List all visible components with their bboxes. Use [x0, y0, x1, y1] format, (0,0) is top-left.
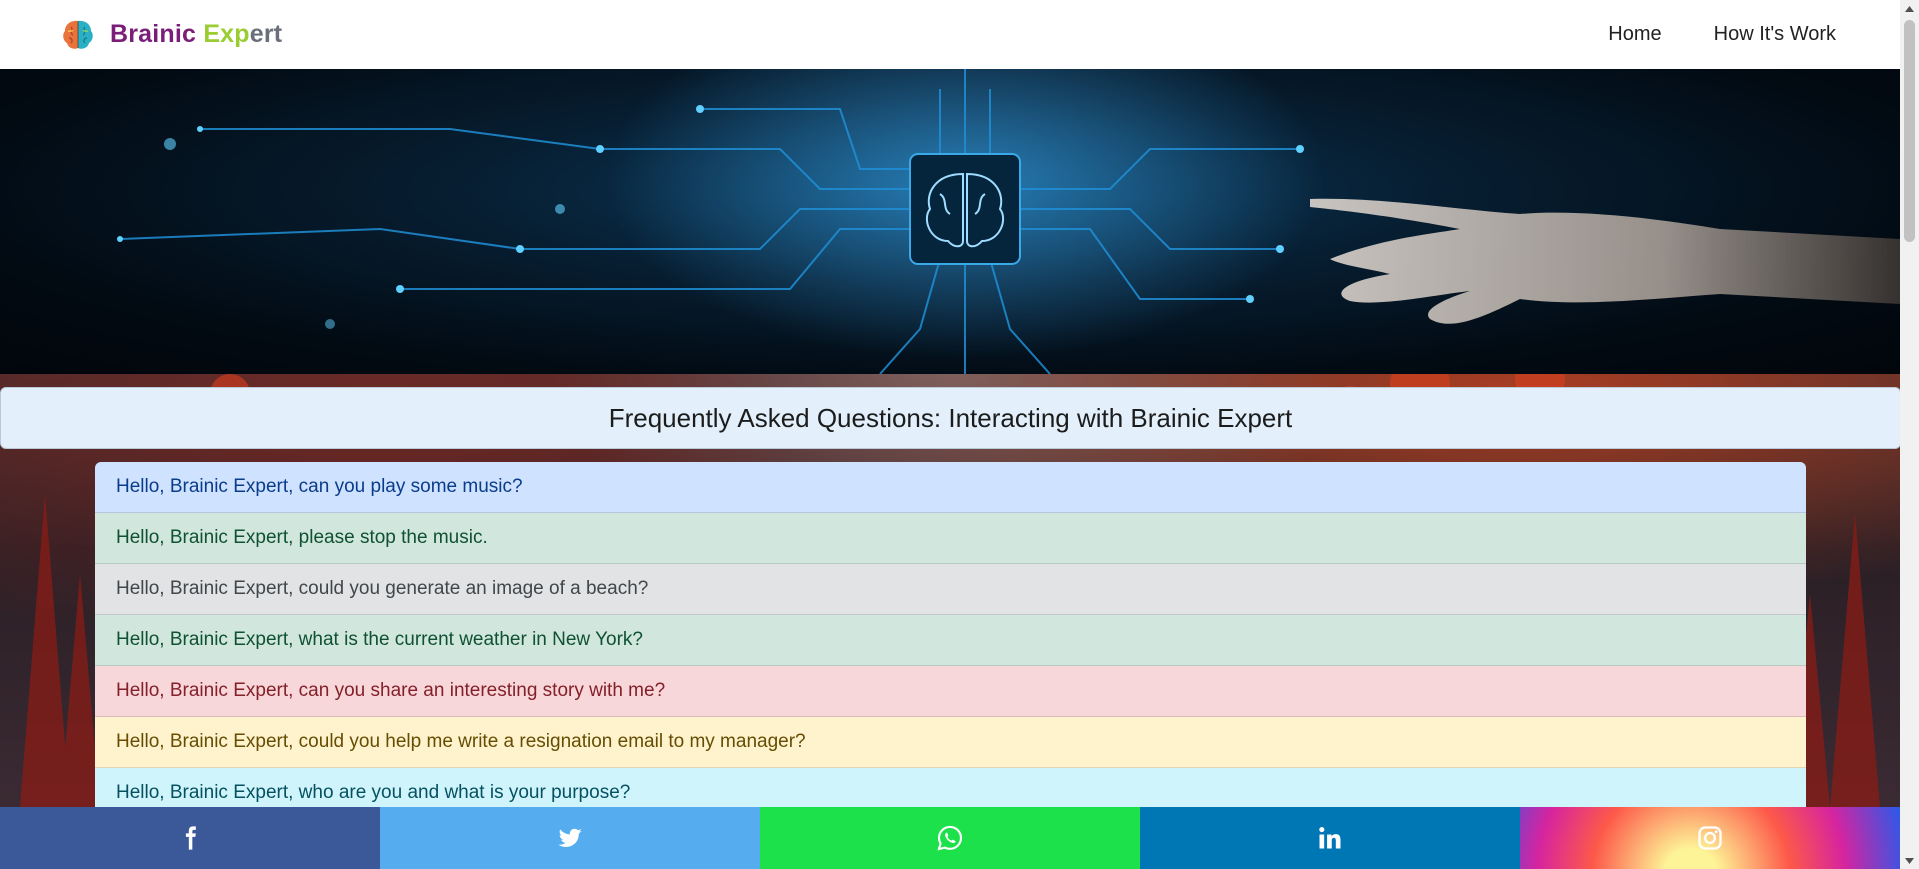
scroll-down-arrow-icon[interactable]: [1900, 852, 1919, 869]
faq-title: Frequently Asked Questions: Interacting …: [608, 402, 1293, 433]
linkedin-icon: [1319, 827, 1341, 849]
twitter-share-button[interactable]: [380, 807, 760, 869]
brand-name-part1: Brainic: [110, 20, 197, 48]
twitter-icon: [558, 828, 582, 847]
brand-logo-link[interactable]: Brainic Expert: [60, 17, 282, 53]
faq-list: Hello, Brainic Expert, can you play some…: [95, 462, 1806, 819]
faq-title-bar: Frequently Asked Questions: Interacting …: [0, 387, 1901, 449]
brand-name-part2: Exp: [203, 20, 250, 48]
faq-item[interactable]: Hello, Brainic Expert, can you play some…: [95, 462, 1806, 513]
faq-item[interactable]: Hello, Brainic Expert, what is the curre…: [95, 615, 1806, 666]
nav-link-how-it-works[interactable]: How It's Work: [1714, 23, 1836, 46]
faq-item[interactable]: Hello, Brainic Expert, please stop the m…: [95, 513, 1806, 564]
instagram-icon: [1698, 826, 1722, 850]
nav-links: Home How It's Work: [1608, 23, 1840, 46]
hero-banner-image: [0, 69, 1900, 374]
facebook-share-button[interactable]: [0, 807, 380, 869]
navbar: Brainic Expert Home How It's Work: [0, 0, 1900, 69]
scrollbar-thumb[interactable]: [1904, 20, 1915, 242]
faq-item[interactable]: Hello, Brainic Expert, could you help me…: [95, 717, 1806, 768]
page-scrollbar[interactable]: [1900, 0, 1919, 869]
brand-name-part3: ert: [249, 20, 283, 48]
facebook-icon: [185, 826, 196, 850]
instagram-share-button[interactable]: [1520, 807, 1900, 869]
whatsapp-icon: [937, 825, 963, 851]
brain-logo-icon: [63, 20, 93, 49]
nav-link-home[interactable]: Home: [1608, 23, 1661, 46]
brand-name: Brainic Expert: [110, 20, 282, 49]
social-share-bar: [0, 807, 1900, 869]
faq-item[interactable]: Hello, Brainic Expert, could you generat…: [95, 564, 1806, 615]
scroll-up-arrow-icon[interactable]: [1900, 0, 1919, 17]
whatsapp-share-button[interactable]: [760, 807, 1140, 869]
circuit-brain-illustration: [117, 69, 1900, 374]
linkedin-share-button[interactable]: [1140, 807, 1520, 869]
faq-item[interactable]: Hello, Brainic Expert, can you share an …: [95, 666, 1806, 717]
